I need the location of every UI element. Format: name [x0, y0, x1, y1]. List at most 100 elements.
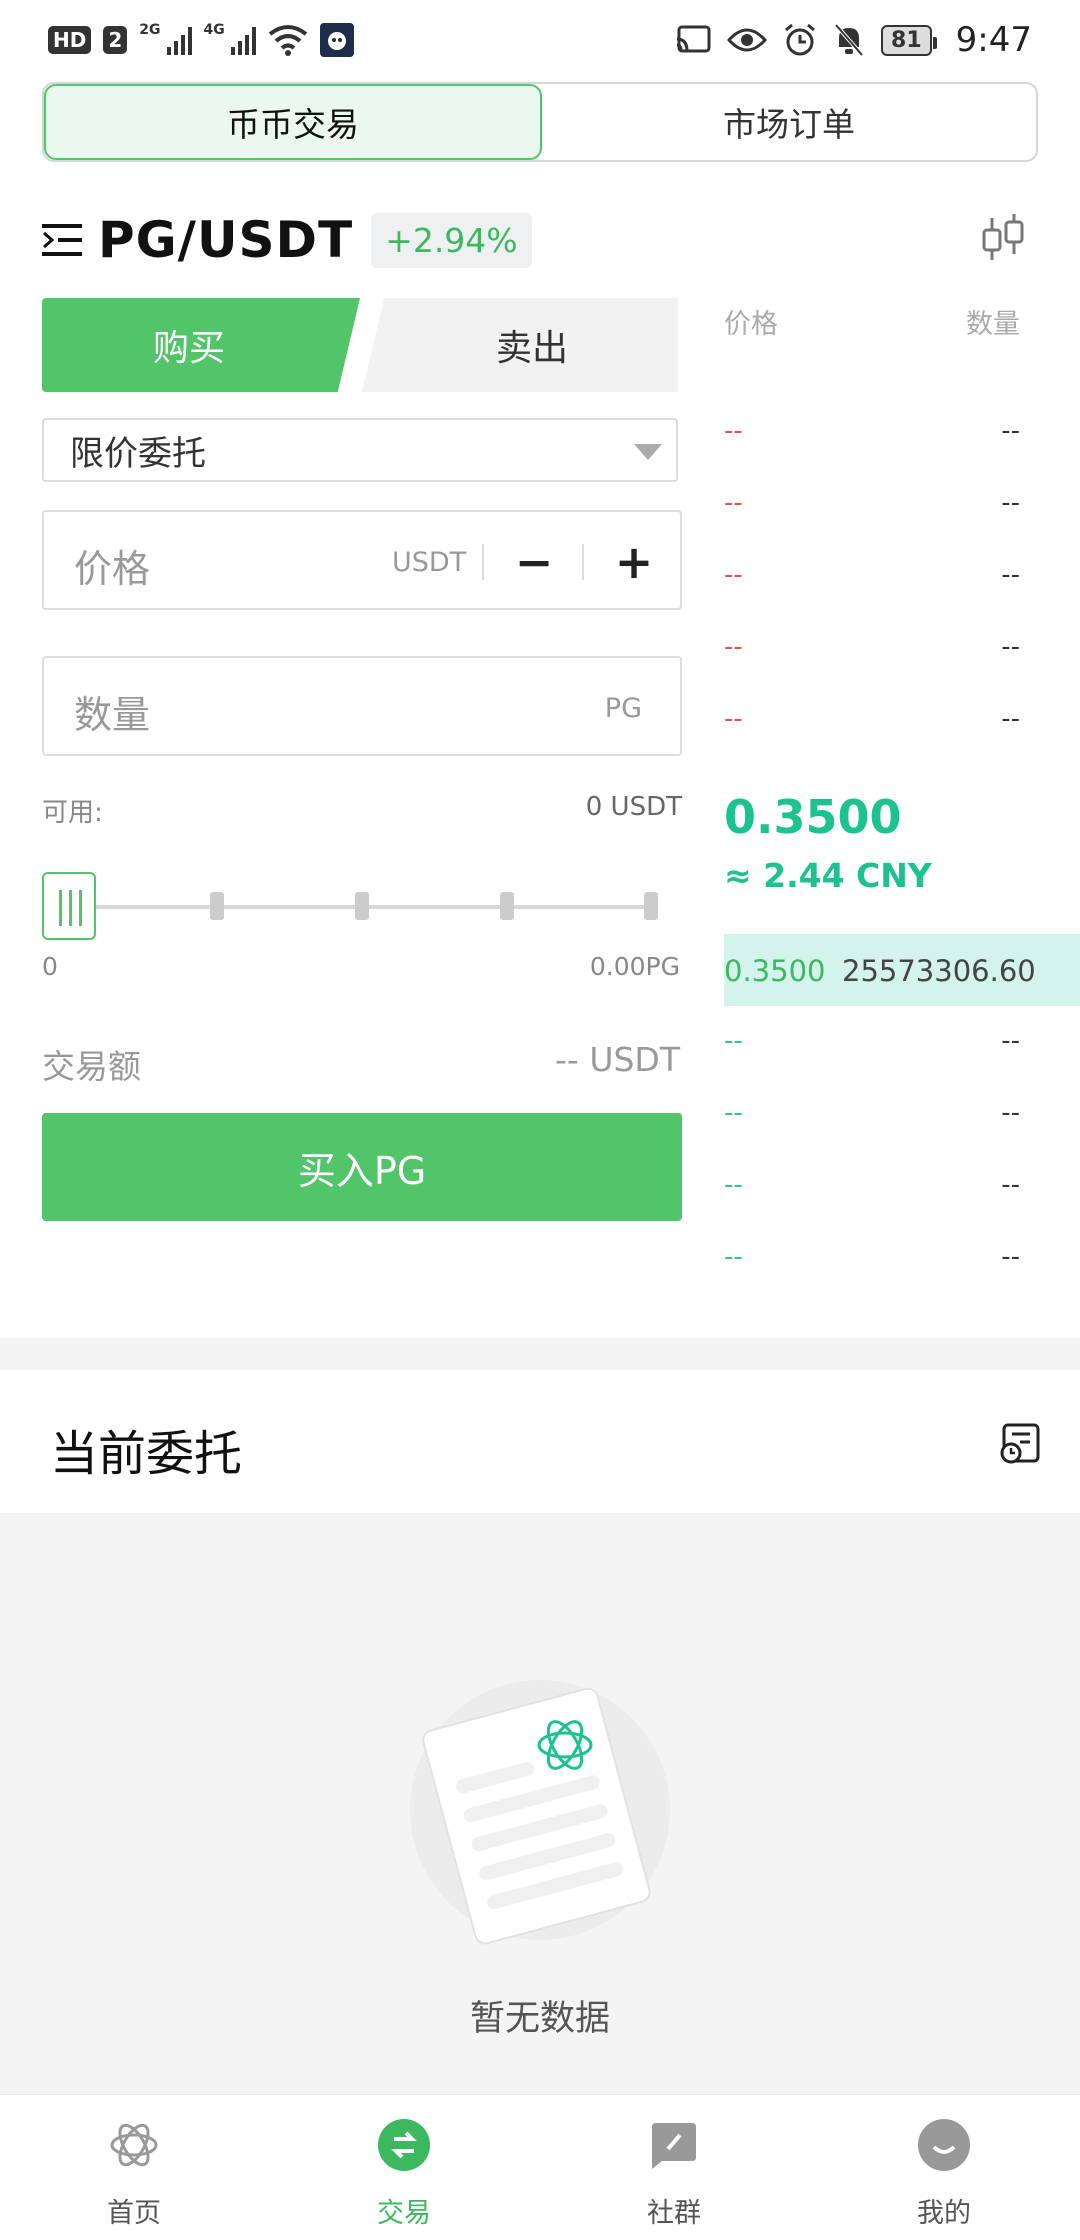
divider — [482, 544, 484, 580]
ask-qty: -- — [1001, 416, 1020, 446]
order-type-select[interactable]: 限价委托 — [42, 418, 678, 482]
bid-qty: 25573306.60 — [842, 954, 1036, 988]
bid-row[interactable]: -- -- — [724, 1242, 1020, 1282]
price-input[interactable]: 价格 USDT − + — [42, 510, 682, 610]
quantity-placeholder: 数量 — [74, 693, 151, 737]
community-icon — [652, 2123, 696, 2169]
alarm-icon — [785, 23, 815, 56]
bid-price: -- — [724, 1242, 743, 1272]
bid-qty: -- — [1001, 1026, 1020, 1056]
nav-home[interactable]: 首页 — [34, 2095, 234, 2240]
ask-price: -- — [724, 704, 743, 734]
bid-row[interactable]: -- -- — [724, 1026, 1020, 1066]
slider-min-label: 0 — [42, 952, 58, 981]
slider-step-50[interactable] — [355, 892, 369, 920]
bid-row-highlight[interactable]: 0.3500 25573306.60 — [724, 934, 1080, 1006]
bid-qty: -- — [1001, 1170, 1020, 1200]
quantity-input[interactable]: 数量 PG — [42, 656, 682, 756]
slider-max-label: 0.00PG — [589, 952, 680, 981]
app-notification-icon — [319, 23, 354, 57]
bid-qty: -- — [1001, 1242, 1020, 1272]
ask-price: -- — [724, 632, 743, 662]
bid-row[interactable]: -- -- — [724, 1170, 1020, 1210]
current-orders-header: 当前委托 — [0, 1370, 1080, 1513]
pair-name[interactable]: PG/USDT — [98, 211, 353, 269]
bid-row[interactable]: -- -- — [724, 1098, 1020, 1138]
home-logo-icon — [110, 2123, 158, 2167]
ask-row[interactable]: -- -- — [724, 704, 1020, 744]
quantity-unit: PG — [604, 693, 642, 724]
bid-qty: -- — [1001, 1098, 1020, 1128]
price-placeholder: 价格 — [74, 547, 151, 591]
nav-home-label: 首页 — [107, 2198, 161, 2229]
bid-price: -- — [724, 1026, 743, 1056]
last-price-cny: ≈ 2.44 CNY — [724, 856, 932, 895]
battery-indicator: 81 — [881, 24, 937, 56]
status-bar: HD 2 2G 4G 81 9:47 — [0, 0, 1080, 80]
order-type-value: 限价委托 — [70, 433, 206, 474]
amount-slider[interactable] — [42, 872, 682, 940]
buy-tab[interactable]: 购买 — [42, 298, 360, 392]
ask-price: -- — [724, 416, 743, 446]
ask-row[interactable]: -- -- — [724, 632, 1020, 672]
signal-icon — [230, 25, 256, 55]
bottom-nav: 首页 交易 社群 我的 — [0, 2094, 1080, 2240]
nav-profile[interactable]: 我的 — [844, 2095, 1044, 2240]
price-unit: USDT — [392, 547, 467, 578]
slider-step-100[interactable] — [644, 892, 658, 920]
nav-community-label: 社群 — [647, 2198, 701, 2229]
slider-handle[interactable] — [42, 872, 96, 940]
pair-menu-icon[interactable] — [42, 220, 86, 260]
eye-icon — [727, 28, 768, 52]
sell-tab[interactable]: 卖出 — [362, 298, 678, 392]
nav-community[interactable]: 社群 — [574, 2095, 774, 2240]
order-history-icon[interactable] — [998, 1422, 1042, 1466]
nav-profile-label: 我的 — [917, 2198, 971, 2229]
signal-icon — [166, 25, 192, 55]
slider-step-75[interactable] — [500, 892, 514, 920]
ask-qty: -- — [1001, 488, 1020, 518]
nav-trade-label: 交易 — [377, 2198, 431, 2229]
ask-price: -- — [724, 488, 743, 518]
slider-track — [92, 905, 652, 909]
network-4g-label: 4G — [203, 22, 225, 38]
empty-document-illustration — [410, 1680, 670, 1945]
buy-pg-button[interactable]: 买入PG — [42, 1113, 682, 1221]
network-2g-label: 2G — [139, 22, 161, 38]
mute-bell-icon — [834, 23, 864, 57]
available-value: 0 USDT — [585, 792, 682, 822]
wifi-icon — [268, 25, 307, 56]
ask-row[interactable]: -- -- — [724, 560, 1020, 600]
dropdown-caret-icon — [634, 444, 662, 460]
last-price: 0.3500 — [724, 790, 902, 844]
slider-step-25[interactable] — [210, 892, 224, 920]
sim-indicator: 2 — [103, 26, 128, 54]
tab-market-orders[interactable]: 市场订单 — [542, 84, 1036, 160]
bid-price: 0.3500 — [724, 954, 826, 988]
ask-row[interactable]: -- -- — [724, 416, 1020, 456]
hd-indicator: HD — [48, 26, 92, 54]
empty-state-text: 暂无数据 — [469, 1999, 610, 2039]
profile-icon — [918, 2119, 970, 2171]
bid-price: -- — [724, 1170, 743, 1200]
trade-exchange-icon — [378, 2119, 430, 2171]
candlestick-chart-icon[interactable] — [980, 212, 1026, 266]
ask-price: -- — [724, 560, 743, 590]
ask-qty: -- — [1001, 704, 1020, 734]
trade-amount-value: -- USDT — [555, 1040, 680, 1079]
top-tabs: 币币交易 市场订单 — [42, 82, 1038, 162]
bid-price: -- — [724, 1098, 743, 1128]
divider — [582, 544, 584, 580]
orderbook-price-header: 价格 — [724, 309, 778, 340]
ask-qty: -- — [1001, 632, 1020, 662]
trade-amount-label: 交易额 — [42, 1047, 141, 1086]
nav-trade[interactable]: 交易 — [304, 2095, 504, 2240]
cast-icon — [676, 25, 711, 53]
price-decrease-button[interactable]: − — [504, 532, 564, 592]
price-increase-button[interactable]: + — [604, 532, 664, 592]
tab-spot-trading[interactable]: 币币交易 — [44, 84, 542, 160]
ask-row[interactable]: -- -- — [724, 488, 1020, 528]
price-change-badge: +2.94% — [371, 212, 532, 268]
pair-header: PG/USDT +2.94% — [42, 205, 532, 275]
current-orders-title: 当前委托 — [50, 1426, 243, 1482]
